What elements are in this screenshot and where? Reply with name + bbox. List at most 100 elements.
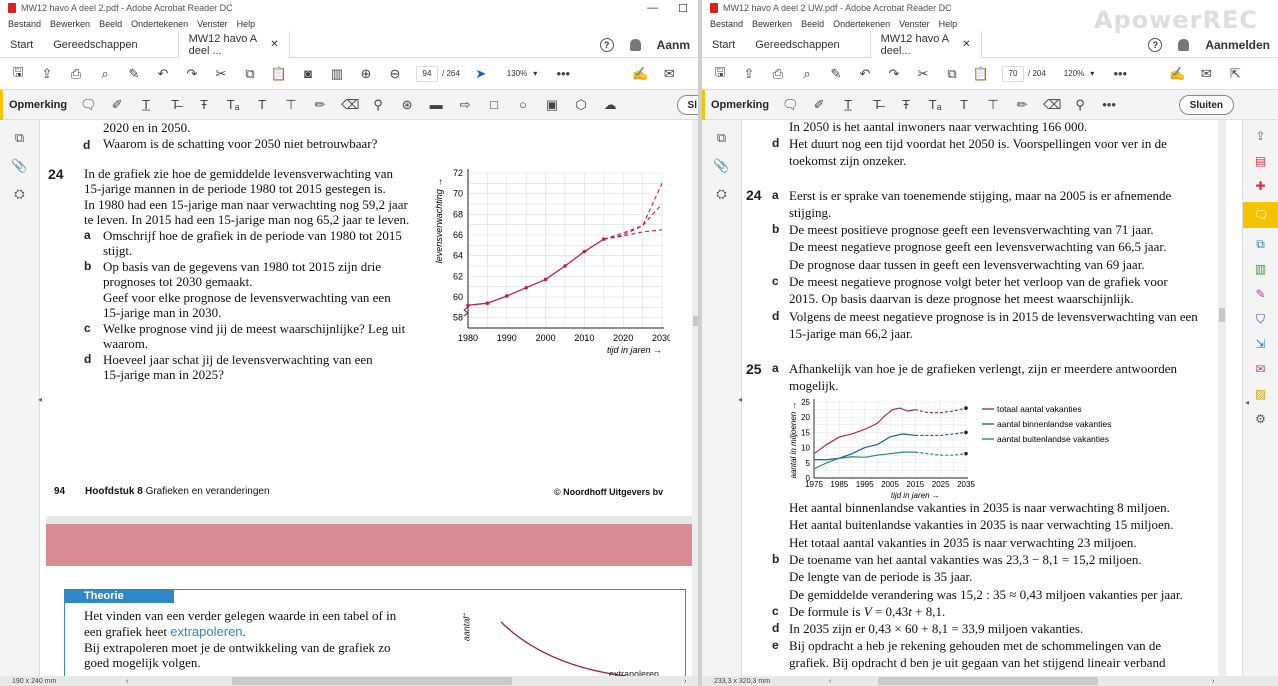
help-icon-right[interactable]: ? — [1148, 37, 1163, 52]
mail-icon-right[interactable]: ✉ — [1198, 66, 1214, 82]
edit-pdf-tool-icon[interactable]: ✚ — [1253, 179, 1269, 195]
notification-bell-icon[interactable] — [629, 38, 641, 51]
fill-sign-icon[interactable]: ✎ — [1253, 287, 1269, 303]
copy-icon-right[interactable]: ⧉ — [944, 66, 960, 82]
pages-panel-icon-right[interactable]: ⧉ — [713, 130, 731, 148]
add-text-icon-right[interactable]: T — [956, 97, 972, 112]
horizontal-scroll-thumb[interactable] — [232, 677, 512, 685]
textbox-icon[interactable]: ⊤ — [283, 97, 299, 113]
pages-icon[interactable]: ▥ — [329, 66, 345, 82]
attach-icon[interactable]: ⊛ — [399, 97, 415, 113]
mail-icon[interactable]: ✉ — [661, 66, 677, 82]
insert-text-icon[interactable]: Tₐ — [225, 97, 241, 112]
upload-icon-right[interactable]: ⇪ — [741, 66, 757, 82]
notification-bell-icon-right[interactable] — [1178, 38, 1190, 51]
scroll-right-icon[interactable]: › — [684, 678, 686, 685]
paste-icon-right[interactable]: 📋 — [973, 66, 989, 82]
right-vertical-scrollbar[interactable] — [1218, 120, 1226, 676]
search-icon-right[interactable]: ⌕ — [799, 66, 815, 82]
highlight-icon-right[interactable]: ✐ — [811, 97, 827, 113]
highlight-icon[interactable]: ✐ — [109, 97, 125, 113]
scan-icon[interactable]: ▨ — [1253, 387, 1269, 403]
pages-panel-icon[interactable]: ⧉ — [11, 130, 29, 148]
panel-toggle-icon[interactable]: ◂ — [38, 395, 42, 404]
shapes-icon[interactable]: ▣ — [544, 97, 560, 113]
copy-icon[interactable]: ⧉ — [242, 66, 258, 82]
stamp-icon[interactable]: ⚲ — [370, 97, 386, 113]
menu-venster-right[interactable]: Venster — [899, 19, 930, 29]
menu-bewerken[interactable]: Bewerken — [50, 19, 90, 29]
export-pdf-icon[interactable]: ⇪ — [1253, 129, 1269, 145]
combine-files-icon[interactable]: ⧉ — [1253, 237, 1269, 253]
zoom-select[interactable]: 130% ▾ — [501, 68, 543, 79]
cut-icon-right[interactable]: ✂ — [915, 66, 931, 82]
right-scroll-thumb[interactable] — [1219, 308, 1225, 322]
menu-beeld[interactable]: Beeld — [99, 19, 122, 29]
undo-icon-right[interactable]: ↶ — [857, 66, 873, 82]
attachments-icon-right[interactable]: 📎 — [713, 158, 731, 176]
edit-pdf-icon-right[interactable]: ✎ — [828, 66, 844, 82]
tab-tools[interactable]: Gereedschappen — [43, 32, 147, 58]
menu-help[interactable]: Help — [237, 19, 256, 29]
minimize-button[interactable]: — — [647, 2, 658, 15]
sign-icon[interactable]: ✍ — [632, 66, 648, 82]
replace-text-icon[interactable]: Ŧ — [196, 97, 212, 112]
select-cursor-icon[interactable]: ➤ — [473, 66, 489, 82]
undo-icon[interactable]: ↶ — [155, 66, 171, 82]
scroll-left-icon[interactable]: ‹ — [126, 678, 128, 685]
page-down-icon[interactable]: ⊖ — [387, 66, 403, 82]
snapshot-icon[interactable]: ◙ — [300, 66, 316, 82]
text-underline-icon-right[interactable]: T̲ — [840, 97, 856, 112]
print-icon-right[interactable]: ⎙ — [770, 66, 786, 82]
page-up-icon[interactable]: ⊕ — [358, 66, 374, 82]
protect-icon[interactable]: ⛉ — [1253, 312, 1269, 328]
menu-ondertekenen-right[interactable]: Ondertekenen — [833, 19, 890, 29]
close-tab-icon-right[interactable]: ✕ — [962, 39, 970, 50]
paste-icon[interactable]: 📋 — [271, 66, 287, 82]
maximize-button[interactable]: ☐ — [678, 2, 688, 15]
close-tab-icon[interactable]: ✕ — [270, 39, 278, 50]
page-number-input[interactable]: 94 — [416, 65, 438, 82]
tab-start-right[interactable]: Start — [702, 32, 745, 58]
send-review-icon[interactable]: ✉ — [1253, 362, 1269, 378]
more-icon-right[interactable]: ••• — [1112, 66, 1128, 82]
comment-tool-icon[interactable]: 🗨 — [1243, 202, 1278, 228]
print-icon[interactable]: ⎙ — [68, 66, 84, 82]
pencil-icon-right[interactable]: ✏ — [1014, 97, 1030, 113]
menu-venster[interactable]: Venster — [197, 19, 228, 29]
edit-pdf-icon[interactable]: ✎ — [126, 66, 142, 82]
more-comment-icon-right[interactable]: ••• — [1101, 97, 1117, 112]
textbox-icon-right[interactable]: ⊤ — [985, 97, 1001, 113]
arrow-icon[interactable]: ⇨ — [457, 97, 473, 113]
sticky-note-icon-right[interactable]: 🗨 — [782, 97, 799, 113]
close-comment-button-right[interactable]: Sluiten — [1178, 95, 1234, 115]
cloud-icon[interactable]: ☁ — [602, 97, 618, 113]
attachments-icon[interactable]: 📎 — [11, 158, 29, 176]
polygon-icon[interactable]: ⬡ — [573, 97, 589, 113]
search-icon[interactable]: ⌕ — [97, 66, 113, 82]
menu-beeld-right[interactable]: Beeld — [801, 19, 824, 29]
more-icon[interactable]: ••• — [555, 66, 571, 82]
upload-icon[interactable]: ⇪ — [39, 66, 55, 82]
tab-document-right[interactable]: MW12 havo A deel... ✕ — [869, 31, 982, 58]
share-icon-right[interactable]: ⇱ — [1227, 66, 1243, 82]
tab-document[interactable]: MW12 havo A deel ... ✕ — [177, 31, 290, 58]
panel-toggle-icon-right[interactable]: ◂ — [738, 395, 742, 404]
optimize-icon[interactable]: ⇲ — [1253, 337, 1269, 353]
line-icon[interactable]: ▬ — [428, 97, 444, 112]
save-icon[interactable]: 🖫 — [10, 64, 26, 82]
more-tools-icon[interactable]: ⚙ — [1253, 412, 1269, 428]
redo-icon-right[interactable]: ↷ — [886, 66, 902, 82]
create-pdf-icon[interactable]: ▤ — [1253, 154, 1269, 170]
replace-text-icon-right[interactable]: Ŧ — [898, 97, 914, 112]
eraser-icon-right[interactable]: ⌫ — [1043, 97, 1061, 113]
page-number-input-right[interactable]: 70 — [1002, 65, 1024, 82]
help-icon[interactable]: ? — [599, 37, 614, 52]
tools-toggle-icon[interactable]: ◂ — [1245, 398, 1249, 407]
menu-bestand[interactable]: Bestand — [8, 19, 41, 29]
redo-icon[interactable]: ↷ — [184, 66, 200, 82]
stamp-icon-right[interactable]: ⚲ — [1072, 97, 1088, 113]
horizontal-scroll-thumb-right[interactable] — [878, 677, 1098, 685]
zoom-select-right[interactable]: 120% ▾ — [1058, 68, 1100, 79]
save-icon-right[interactable]: 🖫 — [712, 64, 728, 82]
